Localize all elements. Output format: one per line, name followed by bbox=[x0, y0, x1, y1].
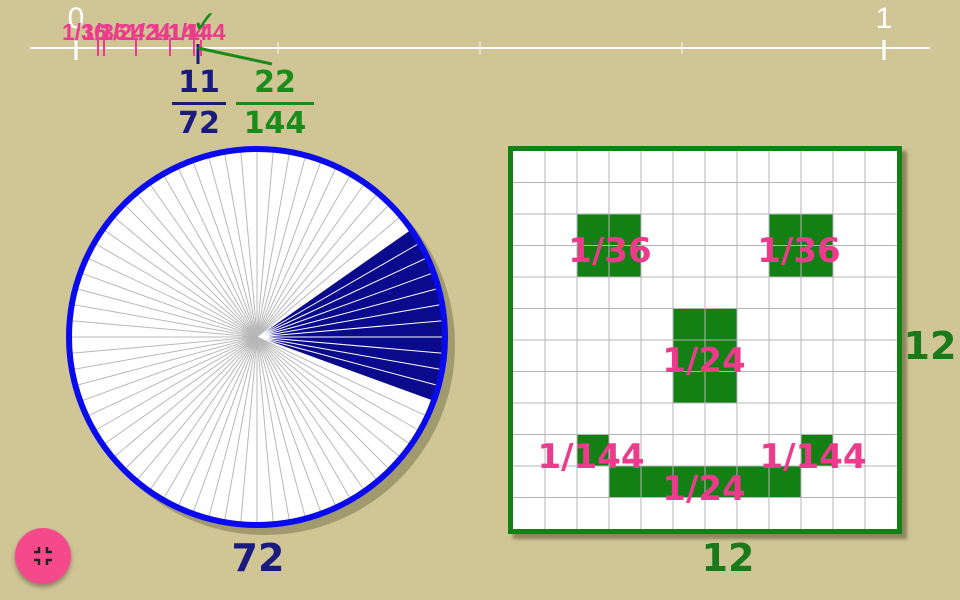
fraction-green-bar bbox=[236, 102, 314, 105]
fraction-green-denominator: 144 bbox=[243, 106, 307, 141]
grid-width-label: 12 bbox=[701, 536, 755, 580]
pie-count-label: 72 bbox=[231, 536, 285, 580]
grid-height-label: 12 bbox=[903, 324, 957, 368]
number-line-end-label: 1 bbox=[876, 2, 893, 35]
piece-label: 1/144 bbox=[537, 437, 645, 477]
piece-label: 1/36 bbox=[757, 231, 841, 271]
piece-label: 1/36 bbox=[568, 231, 652, 271]
fraction-blue-denominator: 72 bbox=[178, 106, 220, 141]
piece-label: 1/144 bbox=[759, 437, 867, 477]
check-icon: ✓ bbox=[192, 5, 217, 40]
fraction-blue-numerator: 11 bbox=[178, 65, 220, 100]
grid-panel[interactable]: 1/36 1/36 1/24 1/144 1/144 1/24 bbox=[508, 146, 902, 534]
shrink-grid-button[interactable] bbox=[15, 528, 71, 584]
fraction-blue: 11 72 bbox=[172, 66, 226, 141]
fraction-green-numerator: 22 bbox=[254, 65, 296, 100]
piece-label: 1/24 bbox=[662, 341, 746, 381]
piece-label: 1/24 bbox=[662, 469, 746, 509]
grid-shrink-icon bbox=[34, 547, 52, 565]
number-line: 0 1 1/36 1/36 1/24 1/24 1/144 1/144 ✓ bbox=[30, 2, 930, 66]
pointer-green bbox=[197, 46, 273, 66]
fraction-green: 22 144 bbox=[236, 66, 314, 141]
pie-chart[interactable] bbox=[60, 140, 460, 540]
fraction-blue-bar bbox=[172, 102, 226, 105]
